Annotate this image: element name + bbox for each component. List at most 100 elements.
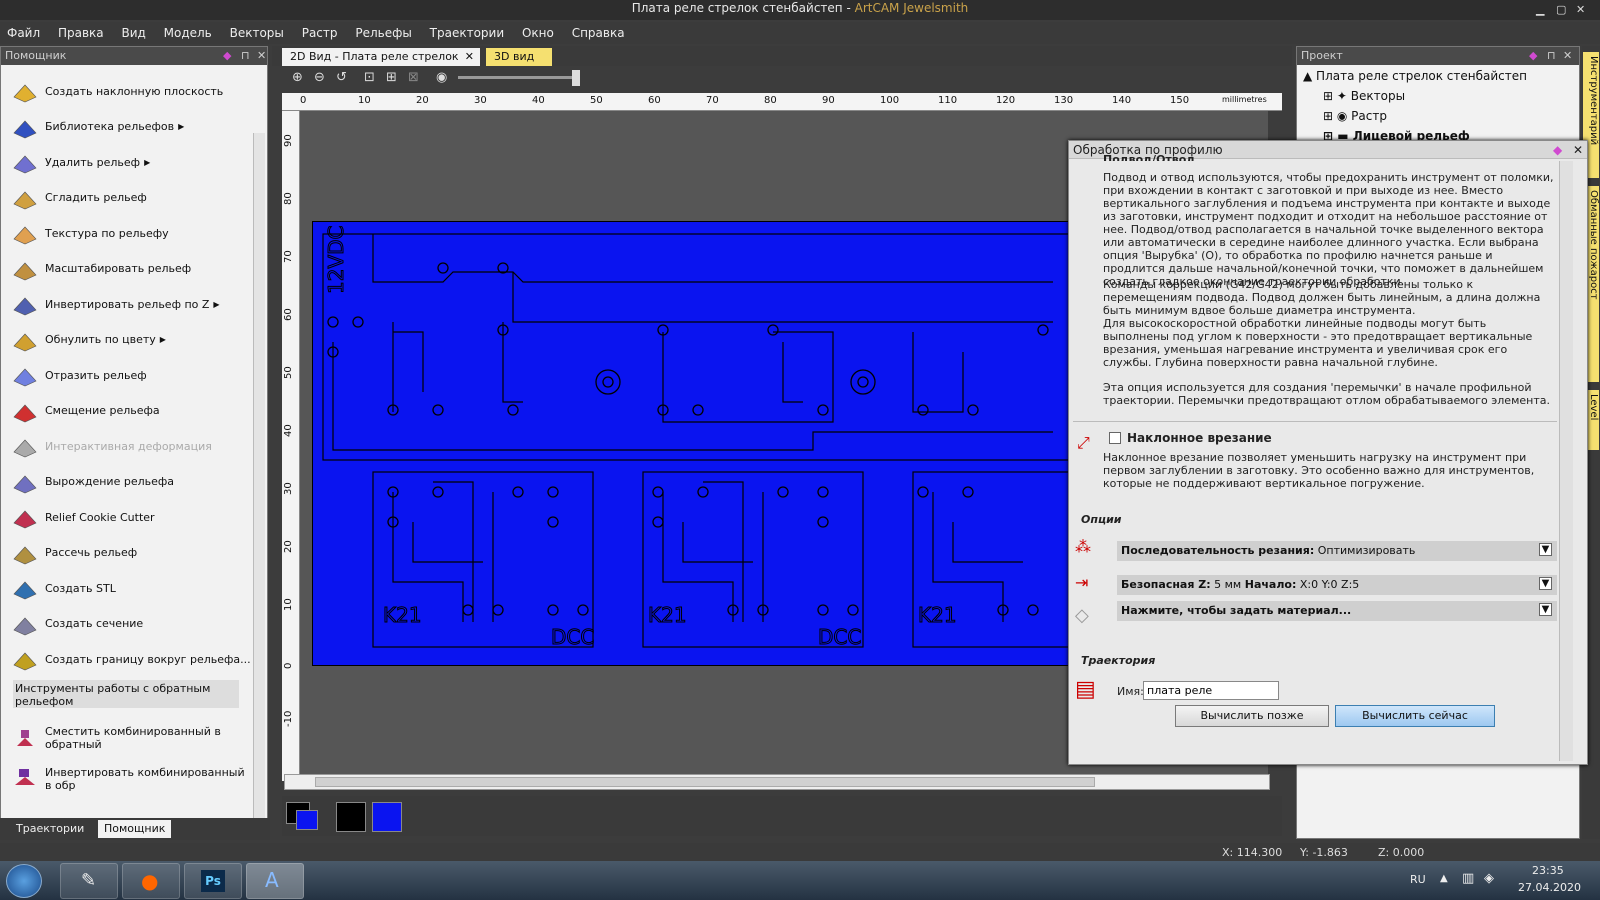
left-scrollbar[interactable] — [253, 133, 265, 838]
volume-icon[interactable]: ◈ — [1484, 871, 1494, 886]
taskbar-firefox[interactable]: ● — [122, 863, 180, 899]
submenu-arrow-icon: ▶ — [178, 122, 185, 131]
tab-3d-view[interactable]: 3D вид — [486, 48, 552, 66]
language-indicator[interactable]: RU — [1410, 873, 1426, 886]
tree-item-raster[interactable]: ⊞ ◉ Растр — [1323, 109, 1387, 123]
tab-assistant[interactable]: Помощник — [98, 820, 172, 838]
color-swatch-blue[interactable] — [372, 802, 402, 832]
menu-item-edit[interactable]: Правка — [51, 22, 111, 40]
zoom-slider-thumb[interactable] — [572, 70, 580, 86]
menu-item-raster[interactable]: Растр — [295, 22, 345, 40]
taskbar-photoshop[interactable]: Ps — [184, 863, 242, 899]
lead-section-label: Подвод/Отвод — [1103, 153, 1196, 161]
assistant-item-12[interactable]: Relief Cookie Cutter — [11, 501, 251, 533]
toolpath-name-input[interactable] — [1143, 681, 1279, 700]
project-pin-icon[interactable]: ◆ — [1529, 47, 1537, 65]
assistant-item-9[interactable]: Смещение рельефа — [11, 395, 251, 427]
menu-item-help[interactable]: Справка — [565, 22, 632, 40]
menu-item-reliefs[interactable]: Рельефы — [348, 22, 418, 40]
ramp-checkbox[interactable] — [1109, 432, 1121, 444]
assistant-item-14[interactable]: Создать STL — [11, 572, 251, 604]
toolpath-title: Траектория — [1081, 654, 1156, 667]
horizontal-scrollbar[interactable] — [284, 774, 1270, 790]
assistant-item-invert-combined[interactable]: Инвертировать комбинированный в обр — [11, 763, 251, 795]
material-expand-icon[interactable]: ▼ — [1539, 603, 1552, 616]
tree-root[interactable]: ▲ Плата реле стрелок стенбайстеп — [1303, 69, 1527, 83]
calculate-now-button[interactable]: Вычислить сейчас — [1335, 705, 1495, 727]
assistant-item-offset-combined[interactable]: Сместить комбинированный в обратный — [11, 722, 251, 754]
assistant-item-3[interactable]: Сгладить рельеф — [11, 182, 251, 214]
dialog-pin-icon[interactable]: ◆ — [1553, 141, 1562, 159]
assistant-item-7[interactable]: Обнулить по цвету ▶ — [11, 324, 251, 356]
ruler-tick: 60 — [648, 95, 661, 106]
assistant-item-11[interactable]: Вырождение рельефа — [11, 466, 251, 498]
lead-correction-text: Команды коррекции (G42/G42) могут быть д… — [1103, 278, 1541, 317]
minimize-icon[interactable]: ▁ — [1536, 2, 1544, 18]
ruler-unit: millimetres — [1222, 95, 1267, 104]
assistant-item-8[interactable]: Отразить рельеф — [11, 359, 251, 391]
assistant-item-2[interactable]: Удалить рельеф ▶ — [11, 146, 251, 178]
dialog-scrollbar[interactable] — [1559, 161, 1573, 761]
color-swatch-black[interactable] — [336, 802, 366, 832]
assistant-item-1[interactable]: Библиотека рельефов ▶ — [11, 111, 251, 143]
zoom-out-icon[interactable]: ⊖ — [314, 70, 325, 85]
cut-sequence-expand-icon[interactable]: ▼ — [1539, 543, 1552, 556]
menu-item-view[interactable]: Вид — [114, 22, 152, 40]
zoom-all-icon[interactable]: ⊠ — [408, 70, 419, 85]
taskbar-notepad[interactable]: ✎ — [60, 863, 118, 899]
zoom-fit-icon[interactable]: ⊡ — [364, 70, 375, 85]
section-header[interactable]: Инструменты работы с обратным рельефом — [13, 680, 239, 708]
zoom-slider[interactable] — [458, 76, 578, 79]
assistant-item-4[interactable]: Текстура по рельефу — [11, 217, 251, 249]
pin-icon[interactable]: ◆ — [223, 47, 231, 65]
assistant-item-10[interactable]: Интерактивная деформация — [11, 430, 251, 462]
secondary-color-swatch[interactable] — [296, 810, 318, 830]
dock-icon[interactable]: ⊓ — [241, 47, 250, 65]
clock-time[interactable]: 23:35 — [1532, 864, 1564, 877]
tab-2d-view[interactable]: 2D Вид - Плата реле стрелок ✕ — [282, 48, 480, 66]
tab-close-icon[interactable]: ✕ — [465, 48, 474, 66]
assistant-item-0[interactable]: Создать наклонную плоскость — [11, 75, 251, 107]
relief-tool-icon — [11, 397, 39, 425]
assistant-item-5[interactable]: Масштабировать рельеф — [11, 253, 251, 285]
menu-item-file[interactable]: Файл — [0, 22, 47, 40]
close-icon[interactable]: ✕ — [1576, 2, 1585, 18]
project-dock-icon[interactable]: ⊓ — [1547, 47, 1556, 65]
snapshot-icon[interactable]: ◉ — [436, 70, 447, 85]
cut-sequence-row[interactable]: Последовательность резания: Оптимизирова… — [1117, 541, 1557, 561]
ruler-tick: 20 — [416, 95, 429, 106]
zoom-box-icon[interactable]: ⊞ — [386, 70, 397, 85]
dialog-close-icon[interactable]: ✕ — [1573, 141, 1583, 159]
menu-item-toolpaths[interactable]: Траектории — [423, 22, 511, 40]
tab-toolpaths[interactable]: Траектории — [10, 820, 90, 838]
scroll-thumb[interactable] — [315, 777, 1095, 787]
menu-item-window[interactable]: Окно — [515, 22, 561, 40]
assistant-item-6[interactable]: Инвертировать рельеф по Z ▶ — [11, 288, 251, 320]
zoom-in-icon[interactable]: ⊕ — [292, 70, 303, 85]
menu-item-vectors[interactable]: Векторы — [223, 22, 291, 40]
start-button[interactable] — [6, 864, 42, 898]
network-icon[interactable]: ▥ — [1462, 871, 1474, 886]
safe-z-expand-icon[interactable]: ▼ — [1539, 577, 1552, 590]
material-row[interactable]: Нажмите, чтобы задать материал... — [1117, 601, 1557, 621]
zoom-previous-icon[interactable]: ↺ — [336, 70, 347, 85]
assistant-panel-header: Помощник ◆ ⊓ ✕ — [1, 47, 267, 65]
ramp-description: Наклонное врезание позволяет уменьшить н… — [1103, 451, 1535, 490]
taskbar-artcam[interactable]: A — [246, 863, 304, 899]
assistant-item-15[interactable]: Создать сечение — [11, 608, 251, 640]
ruler-tick: 50 — [590, 95, 603, 106]
menu-item-model[interactable]: Модель — [157, 22, 219, 40]
tray-expand-icon[interactable]: ▲ — [1440, 873, 1448, 884]
project-close-icon[interactable]: ✕ — [1563, 47, 1572, 65]
assistant-item-16[interactable]: Создать границу вокруг рельефа... — [11, 643, 251, 675]
clock-date[interactable]: 27.04.2020 — [1518, 881, 1581, 894]
name-label: Имя: — [1117, 685, 1144, 698]
assistant-item-13[interactable]: Рассечь рельеф — [11, 537, 251, 569]
maximize-icon[interactable]: ▢ — [1556, 2, 1566, 18]
label-12vdc: 12VDC — [324, 226, 348, 295]
safe-z-row[interactable]: Безопасная Z: 5 мм Начало: X:0 Y:0 Z:5 — [1117, 575, 1557, 595]
panel-close-icon[interactable]: ✕ — [257, 47, 266, 65]
pcb-board[interactable]: 12VDC K21 K21 K21 DCC DCC — [312, 221, 1074, 666]
tree-item-vectors[interactable]: ⊞ ✦ Векторы — [1323, 89, 1405, 103]
calculate-later-button[interactable]: Вычислить позже — [1175, 705, 1329, 727]
